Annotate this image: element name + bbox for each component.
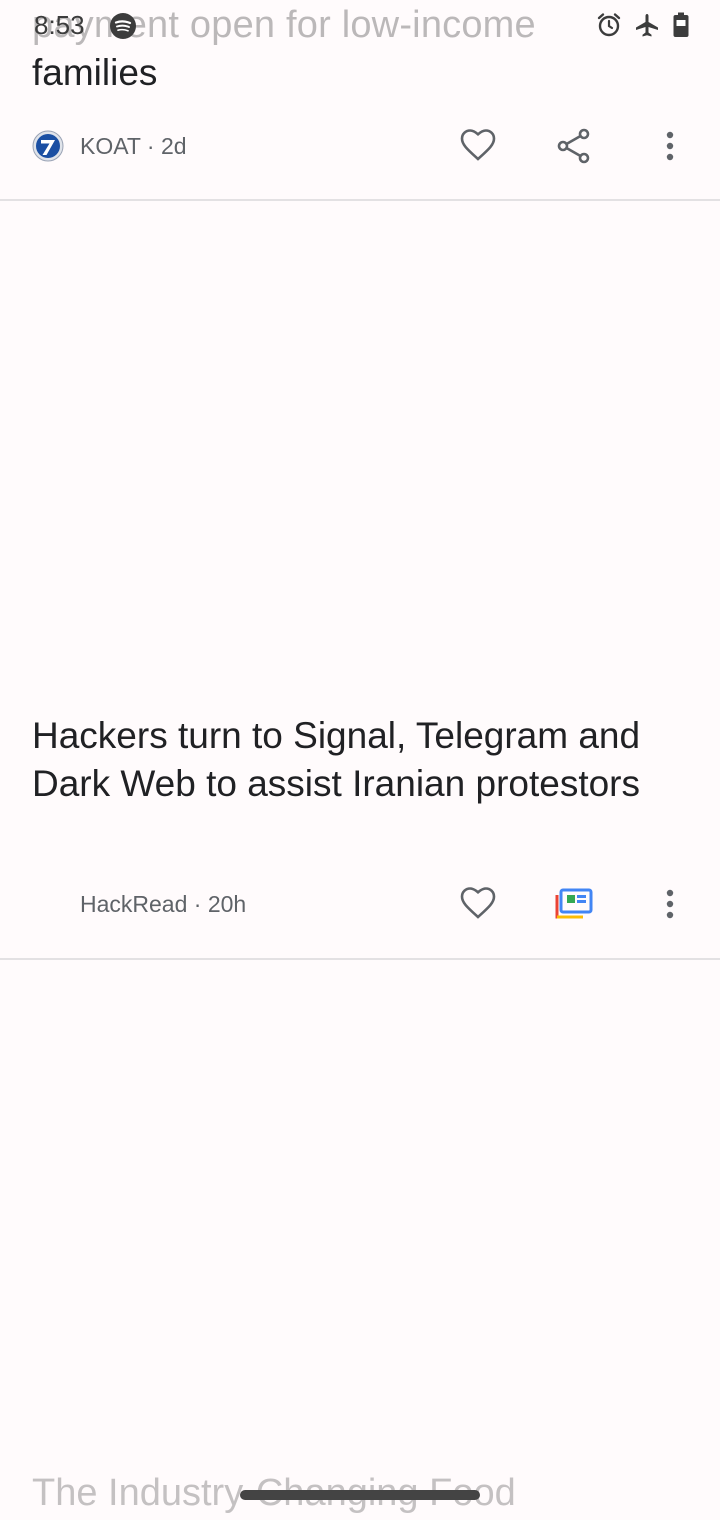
more-options-button[interactable] xyxy=(650,884,690,924)
news-feed-screen: payment open for low-income 8:53 familie… xyxy=(0,0,720,1520)
spotify-icon xyxy=(110,13,136,39)
more-options-button[interactable] xyxy=(650,126,690,166)
heart-icon xyxy=(460,887,496,919)
divider xyxy=(0,958,720,960)
koat-logo xyxy=(32,130,64,162)
share-icon xyxy=(557,128,590,164)
status-bar: 8:53 xyxy=(0,0,720,52)
heart-icon xyxy=(460,129,496,161)
article1-meta-row: KOAT · 2d xyxy=(0,118,720,174)
airplane-mode-icon xyxy=(636,14,658,37)
battery-icon xyxy=(673,12,689,37)
more-options-icon xyxy=(666,889,674,919)
status-icons xyxy=(596,12,690,38)
home-indicator[interactable] xyxy=(240,1490,480,1500)
full-coverage-button[interactable] xyxy=(554,884,594,924)
divider xyxy=(0,199,720,201)
share-button[interactable] xyxy=(554,126,594,166)
like-button[interactable] xyxy=(458,884,498,924)
status-time: 8:53 xyxy=(34,10,85,40)
article1-headline[interactable]: families xyxy=(32,52,157,94)
more-options-icon xyxy=(666,131,674,161)
article2-headline[interactable]: Hackers turn to Signal, Telegram and Dar… xyxy=(32,712,672,808)
like-button[interactable] xyxy=(458,126,498,166)
article2-source[interactable]: HackRead · 20h xyxy=(80,891,246,918)
article2-meta-row: HackRead · 20h xyxy=(0,876,720,932)
article1-source[interactable]: KOAT · 2d xyxy=(80,133,187,160)
alarm-icon xyxy=(597,13,621,37)
full-coverage-icon xyxy=(555,888,593,919)
